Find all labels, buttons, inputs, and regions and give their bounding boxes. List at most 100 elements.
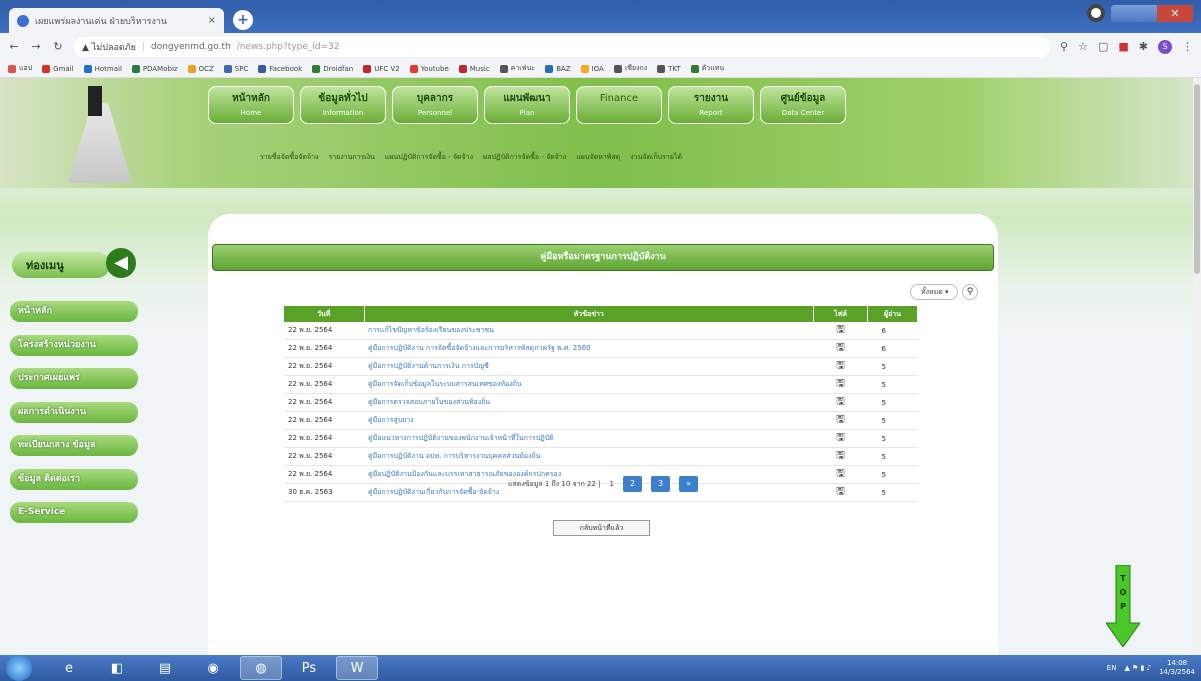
menu-kebab-icon[interactable]: ⋮: [1182, 40, 1193, 54]
bookmark-item[interactable]: IOA: [580, 64, 604, 73]
outlook-taskbar-icon[interactable]: ◧: [96, 656, 138, 680]
pagination-button[interactable]: 2: [623, 476, 643, 492]
row-title-link[interactable]: คู่มือการปฏิบัติงานด้านการเงิน การบัญชี: [364, 357, 814, 376]
close-window-icon[interactable]: ✕: [1157, 4, 1193, 22]
bookmark-item[interactable]: Youtube: [409, 64, 449, 73]
back-to-top-arrow-icon[interactable]: T O P: [1106, 565, 1140, 647]
ie-taskbar-icon[interactable]: e: [48, 656, 90, 680]
close-tab-icon[interactable]: ×: [208, 15, 216, 26]
browser-tab[interactable]: เผยแพร่ผลงานเด่น ฝ่ายบริหารงาน ×: [9, 8, 224, 33]
column-header-date: วันที่: [284, 306, 365, 322]
menu-item[interactable]: บุคลากร Personnel: [392, 86, 478, 124]
chrome-taskbar-icon[interactable]: ◍: [240, 656, 282, 680]
file-download-icon[interactable]: 🖫: [813, 393, 868, 412]
bookmark-label: PDAMobiz: [142, 64, 178, 73]
back-button[interactable]: กลับหน้าที่แล้ว: [553, 520, 650, 536]
clock[interactable]: 14:08 14/3/2564: [1159, 659, 1195, 677]
table-row: 22 พ.ย. 2564 คู่มือการปฏิบัติงานด้านการเง…: [284, 357, 918, 376]
menu-item[interactable]: Finance: [576, 86, 662, 124]
sidebar-item[interactable]: ประกาศเผยแพร่: [10, 368, 138, 389]
sidebar-item[interactable]: หน้าหลัก: [10, 301, 138, 322]
puzzle-icon[interactable]: ✱: [1139, 40, 1148, 54]
row-title-link[interactable]: คู่มือการจัดเก็บข้อมูลในระบบสารสนเทศของท…: [364, 375, 814, 394]
file-download-icon[interactable]: 🖫: [813, 483, 868, 502]
url-path: /news.php?type_id=32: [236, 41, 340, 52]
sidebar-item[interactable]: โครงสร้างหน่วยงาน: [10, 334, 138, 356]
bookmark-icon: [258, 64, 267, 73]
account-avatar[interactable]: S: [1158, 39, 1172, 54]
bookmark-item[interactable]: UFC V2: [363, 64, 400, 73]
reload-icon[interactable]: ↻: [52, 40, 64, 53]
file-download-icon[interactable]: 🖫: [813, 339, 868, 358]
firefox-taskbar-icon[interactable]: ◉: [192, 656, 234, 680]
row-title-link[interactable]: คู่มือการตรวจสอบภายในของส่วนท้องถิ่น: [364, 393, 814, 412]
submenu-link[interactable]: รายชื่อจัดซื้อจัดจ้าง: [260, 152, 318, 163]
file-download-icon[interactable]: 🖫: [813, 322, 868, 340]
start-button-icon[interactable]: [6, 655, 32, 681]
submenu-link[interactable]: งานจัดเก็บรายได้: [630, 152, 682, 163]
bookmark-item[interactable]: Droidfan: [312, 64, 353, 73]
file-download-icon[interactable]: 🖫: [813, 447, 868, 466]
word-taskbar-icon[interactable]: W: [336, 656, 378, 680]
photoshop-taskbar-icon[interactable]: Ps: [288, 656, 330, 680]
row-title-link[interactable]: คู่มือการปฏิบัติงาน อปท. การบริหารงานบุค…: [364, 447, 814, 466]
profile-icon[interactable]: [1087, 4, 1105, 22]
bookmark-item[interactable]: OCZ: [187, 64, 214, 73]
submenu-link[interactable]: ผลปฏิบัติการจัดซื้อ - จัดจ้าง: [483, 152, 566, 163]
search-category-select[interactable]: ทั้งหมด ▾: [910, 284, 958, 300]
forward-arrow-icon[interactable]: →: [30, 40, 42, 53]
pagination-button[interactable]: 3: [651, 476, 671, 492]
bookmark-item[interactable]: TKT: [657, 64, 681, 73]
submenu-link[interactable]: รายงานการเงิน: [328, 152, 374, 163]
new-tab-button[interactable]: +: [233, 10, 253, 30]
menu-item-sublabel: Plan: [519, 109, 535, 117]
sidebar-item[interactable]: ทะเบียนกลาง ข้อมูล: [10, 435, 138, 456]
bookmark-item[interactable]: เซียงกง: [613, 63, 647, 74]
bookmark-star-icon[interactable]: ☆: [1078, 40, 1088, 54]
pdf-extension-icon[interactable]: ■: [1118, 40, 1128, 54]
bookmark-item[interactable]: Gmail: [42, 64, 74, 73]
menu-item[interactable]: รายงาน Report: [668, 86, 754, 124]
file-download-icon[interactable]: 🖫: [813, 357, 868, 376]
file-download-icon[interactable]: 🖫: [813, 465, 868, 484]
bookmark-item[interactable]: แอป: [8, 63, 32, 74]
pagination-button[interactable]: »: [679, 476, 699, 492]
bookmark-item[interactable]: ตัวแทน: [690, 63, 724, 74]
bookmark-item[interactable]: SPC: [223, 64, 248, 73]
menu-item[interactable]: ศูนย์ข้อมูล Data Center: [760, 86, 846, 124]
file-download-icon[interactable]: 🖫: [813, 429, 868, 448]
bookmark-item[interactable]: Music: [458, 64, 490, 73]
sidebar-item[interactable]: ผลการดำเนินงาน: [10, 401, 138, 423]
bookmark-item[interactable]: PDAMobiz: [131, 64, 178, 73]
bookmark-icon: [613, 64, 622, 73]
row-title-link[interactable]: คู่มือแนวทางการปฏิบัติงานของพนักงานเจ้าห…: [364, 429, 814, 448]
submenu-link[interactable]: แผนจัดหาพัสดุ: [576, 152, 620, 163]
sidebar-item[interactable]: ข้อมูล ติดต่อเรา: [10, 468, 138, 490]
explorer-taskbar-icon[interactable]: ▤: [144, 656, 186, 680]
language-indicator[interactable]: EN: [1107, 664, 1117, 672]
menu-item[interactable]: หน้าหลัก Home: [208, 86, 294, 124]
back-arrow-icon[interactable]: ←: [8, 40, 20, 53]
tray-icons[interactable]: ▲ ⚑ ▮ ♪: [1124, 664, 1151, 672]
page-scrollbar[interactable]: [1193, 78, 1201, 655]
row-title-link[interactable]: การแก้ไขปัญหาข้อร้องเรียนของประชาชน: [364, 322, 814, 340]
zoom-icon[interactable]: ⚲: [1060, 40, 1068, 54]
window-buttons[interactable]: ✕: [1111, 4, 1193, 22]
file-download-icon[interactable]: 🖫: [813, 375, 868, 394]
submenu-link[interactable]: แผนปฏิบัติการจัดซื้อ - จัดจ้าง: [385, 152, 473, 163]
not-secure-label[interactable]: ▲ ไม่ปลอดภัย: [82, 40, 136, 54]
bookmark-item[interactable]: BAZ: [545, 64, 571, 73]
scrollbar-thumb[interactable]: [1194, 84, 1200, 274]
bookmark-item[interactable]: Facebook: [258, 64, 302, 73]
menu-item[interactable]: ข้อมูลทั่วไป Information: [300, 86, 386, 124]
address-bar[interactable]: ▲ ไม่ปลอดภัย | dongyenmd.go.th/news.php?…: [74, 36, 1051, 57]
bookmark-item[interactable]: คาเฟ่นะ: [499, 63, 535, 74]
bookmark-item[interactable]: Hotmail: [83, 64, 122, 73]
search-icon[interactable]: ⚲: [962, 284, 978, 300]
sidebar-item[interactable]: E-Service: [10, 502, 138, 523]
row-title-link[interactable]: คู่มือการสูบยาง: [364, 411, 814, 430]
extension-icon[interactable]: ▢: [1098, 40, 1108, 54]
file-download-icon[interactable]: 🖫: [813, 411, 868, 430]
menu-item[interactable]: แผนพัฒนา Plan: [484, 86, 570, 124]
row-title-link[interactable]: คู่มือการปฏิบัติงาน การจัดซื้อจัดจ้างและ…: [364, 339, 814, 358]
